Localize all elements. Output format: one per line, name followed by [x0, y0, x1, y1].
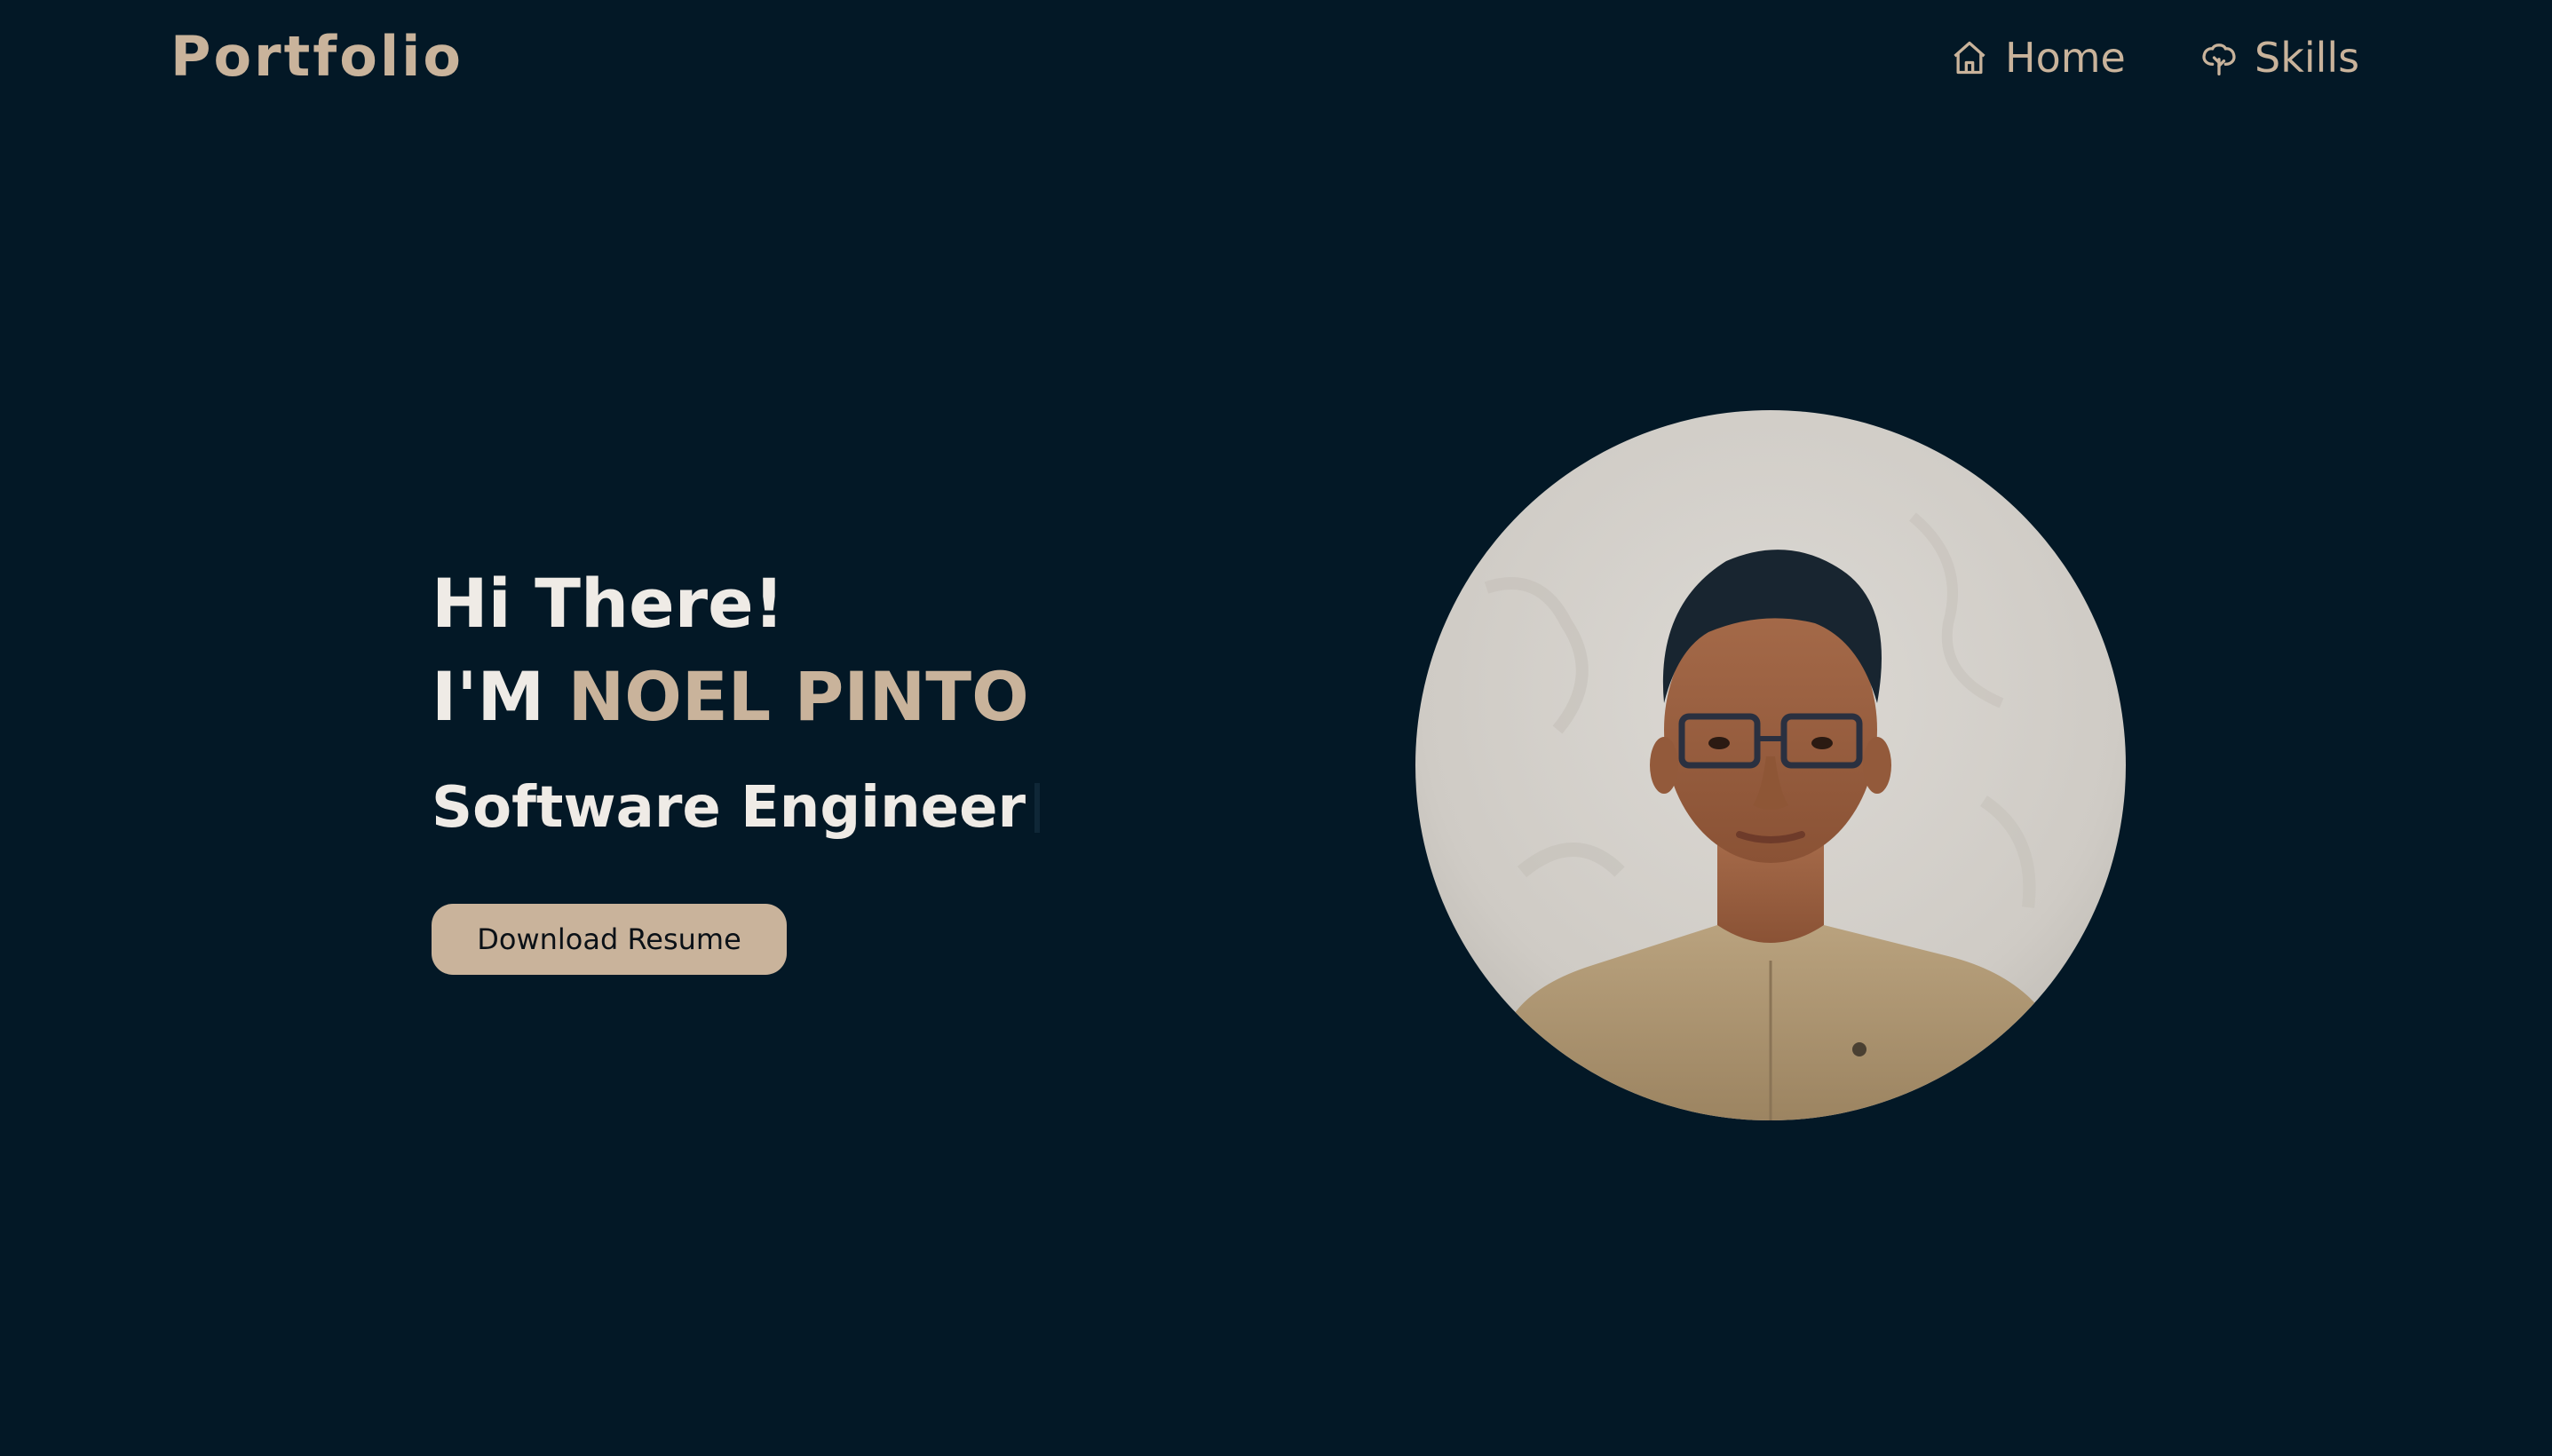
role-text: Software Engineer — [432, 775, 1026, 841]
intro-prefix: I'M — [432, 657, 568, 736]
typing-cursor — [1034, 783, 1041, 833]
profile-photo-art — [1415, 410, 2126, 1120]
role-typewriter: Software Engineer — [432, 772, 1231, 843]
brand-logo[interactable]: Portfolio — [170, 21, 464, 92]
profile-photo — [1415, 410, 2126, 1120]
nav-skills-label: Skills — [2255, 34, 2360, 82]
tree-icon — [2199, 38, 2239, 77]
nav-skills-link[interactable]: Skills — [2199, 27, 2359, 89]
navbar: Portfolio Home Skills — [0, 0, 2552, 114]
greeting-heading: Hi There! — [432, 564, 785, 643]
home-icon — [1950, 38, 1989, 77]
name-highlight: NOEL PINTO — [567, 657, 1029, 736]
nav-home-link[interactable]: Home — [1950, 27, 2126, 89]
nav-home-label: Home — [2005, 34, 2126, 82]
hero-intro: Hi There! I'M NOEL PINTO Software Engine… — [432, 559, 1231, 843]
intro-heading: I'M NOEL PINTO — [432, 648, 1231, 746]
download-resume-button[interactable]: Download Resume — [432, 904, 787, 975]
